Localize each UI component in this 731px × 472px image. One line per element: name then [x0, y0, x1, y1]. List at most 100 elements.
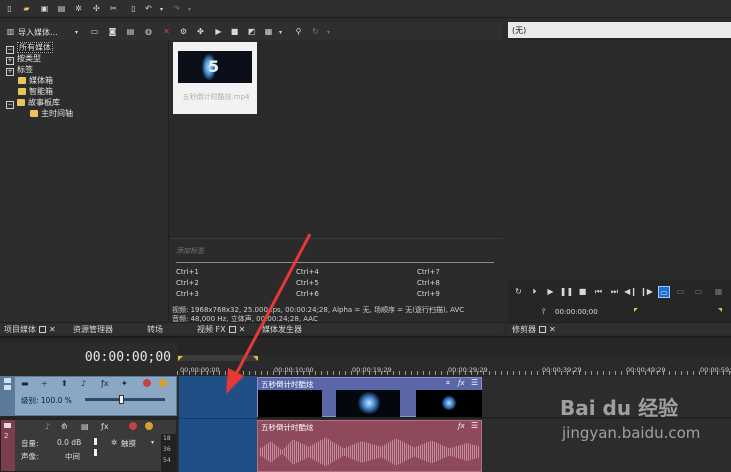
- capture-icon[interactable]: ▭: [90, 27, 99, 36]
- mic-icon[interactable]: ♪: [45, 422, 50, 431]
- shortcut-7[interactable]: Ctrl+7: [417, 268, 440, 276]
- zoom-icon[interactable]: ⚲: [294, 27, 303, 36]
- mode-dropdown-icon[interactable]: ▾: [151, 439, 154, 446]
- touch-mode-icon[interactable]: ✲: [111, 438, 117, 447]
- tree-item-media-bins[interactable]: 媒体箱: [18, 76, 53, 86]
- shortcut-2[interactable]: Ctrl+2: [176, 279, 199, 287]
- clip-menu-icon[interactable]: ☰: [471, 378, 478, 387]
- fx-icon[interactable]: ƒx: [101, 379, 109, 388]
- import-media-button[interactable]: 导入媒体...: [18, 27, 58, 38]
- stop-icon[interactable]: ■: [230, 27, 239, 36]
- properties-icon[interactable]: ⚙: [179, 27, 188, 36]
- tree-item-tags[interactable]: + 标签: [6, 65, 33, 76]
- pan-slider-thumb[interactable]: [93, 448, 98, 457]
- audio-mute-icon[interactable]: [129, 422, 137, 430]
- overwrite-icon[interactable]: ▭: [658, 286, 670, 298]
- save-icon[interactable]: ▣: [40, 4, 49, 13]
- audio-clip-menu-icon[interactable]: ☰: [471, 421, 478, 430]
- tree-item-all-media[interactable]: − 所有媒体: [6, 42, 53, 54]
- web-icon[interactable]: ◍: [144, 27, 153, 36]
- insert-icon[interactable]: ▭: [676, 287, 685, 296]
- video-level-thumb[interactable]: [119, 395, 124, 404]
- fx-stack-icon[interactable]: ÷: [41, 379, 48, 388]
- video-level-slider[interactable]: [85, 398, 165, 401]
- audio-solo-icon[interactable]: [145, 422, 153, 430]
- undock-icon[interactable]: [39, 326, 46, 333]
- import-dropdown-icon[interactable]: ▾: [72, 28, 81, 37]
- close-icon[interactable]: ✕: [49, 325, 56, 334]
- get-media-icon[interactable]: ◙: [108, 27, 117, 36]
- tab-explorer[interactable]: 资源管理器: [73, 324, 113, 335]
- clip-fx-icon[interactable]: ƒx: [458, 379, 465, 387]
- arm-record-icon[interactable]: ⟰: [61, 422, 68, 431]
- in-point-icon[interactable]: [634, 308, 638, 312]
- tree-item-main-timeline[interactable]: 主时间轴: [30, 109, 73, 119]
- import-icon[interactable]: ▥: [6, 27, 15, 36]
- delete-icon[interactable]: ✕: [162, 27, 171, 36]
- render-icon[interactable]: ✂: [109, 4, 118, 13]
- loop-start-icon[interactable]: [178, 356, 183, 361]
- play-icon[interactable]: ▶: [546, 287, 555, 296]
- automation-icon[interactable]: ƒx: [101, 422, 109, 431]
- save-as-icon[interactable]: ▤: [57, 4, 66, 13]
- composite-icon[interactable]: ✦: [121, 379, 128, 388]
- add-tag-input[interactable]: 添加标签: [176, 246, 204, 256]
- view-dropdown-icon[interactable]: ▾: [276, 28, 285, 37]
- motion-icon[interactable]: ⬆: [61, 379, 68, 388]
- step-back-icon[interactable]: ◀❙: [624, 287, 637, 296]
- remove-icon[interactable]: ▤: [126, 27, 135, 36]
- media-thumbnail-card[interactable]: 5 五秒倒计时酷炫.mp4: [173, 42, 257, 114]
- audio-clip-fx-icon[interactable]: ƒx: [458, 422, 465, 430]
- shortcut-1[interactable]: Ctrl+1: [176, 268, 199, 276]
- refresh-dropdown-icon[interactable]: ▾: [324, 28, 333, 37]
- shortcut-3[interactable]: Ctrl+3: [176, 290, 199, 298]
- next-frame-icon[interactable]: ⏭: [610, 287, 619, 296]
- video-track-header[interactable]: ▬ ÷ ⬆ ♪ ƒx ✦ 级别: 100.0 %: [0, 376, 177, 416]
- fit-icon[interactable]: ▭: [694, 287, 703, 296]
- mute-icon[interactable]: [143, 379, 151, 387]
- shortcut-8[interactable]: Ctrl+8: [417, 279, 440, 287]
- open-icon[interactable]: ▰: [22, 4, 31, 13]
- collapse-icon[interactable]: ▬: [21, 379, 29, 388]
- tab-transitions[interactable]: 转场: [147, 324, 163, 335]
- ruler-label: 00:00:39;29: [542, 366, 582, 374]
- audio-fx-icon[interactable]: ▤: [81, 422, 89, 431]
- tab-trimmer[interactable]: 修剪器 ✕: [512, 324, 556, 335]
- pan-crop-icon[interactable]: ♪: [81, 379, 86, 388]
- play-from-start-icon[interactable]: ⏵: [530, 287, 539, 296]
- tree-item-smart-bins[interactable]: 智能箱: [18, 87, 53, 97]
- volume-slider-thumb[interactable]: [93, 437, 98, 446]
- settings-icon[interactable]: ✣: [92, 4, 101, 13]
- auto-preview-icon[interactable]: ◩: [247, 27, 256, 36]
- play-icon[interactable]: ▶: [214, 27, 223, 36]
- effects-icon[interactable]: ✤: [196, 27, 205, 36]
- loop-icon[interactable]: ↻: [514, 287, 523, 296]
- touch-mode-label[interactable]: 触摸: [121, 438, 136, 449]
- gear-icon[interactable]: ✲: [74, 4, 83, 13]
- prev-frame-icon[interactable]: ⏮: [594, 287, 603, 296]
- tree-item-storyboard-library[interactable]: − 故事板库: [6, 98, 60, 109]
- split-view-icon[interactable]: ▦: [714, 287, 723, 296]
- paste-icon[interactable]: ▯: [129, 4, 138, 13]
- pause-icon[interactable]: ❚❚: [560, 287, 573, 296]
- solo-icon[interactable]: [159, 379, 167, 387]
- redo-icon[interactable]: ↷: [172, 4, 181, 13]
- undo-icon[interactable]: ↶: [144, 4, 153, 13]
- new-icon[interactable]: ▯: [5, 4, 14, 13]
- close-icon[interactable]: ✕: [549, 325, 556, 334]
- shortcut-9[interactable]: Ctrl+9: [417, 290, 440, 298]
- refresh-icon[interactable]: ↻: [311, 27, 320, 36]
- undock-icon[interactable]: [539, 326, 546, 333]
- playhead-pin-icon[interactable]: ⫯: [542, 307, 545, 317]
- stop-icon[interactable]: ■: [578, 287, 587, 296]
- undo-dropdown-icon[interactable]: ▾: [157, 5, 166, 14]
- pan-crop-icon[interactable]: ⌗: [446, 379, 450, 388]
- audio-track-header[interactable]: 2 ♪ ⟰ ▤ ƒx 音量: 0.0 dB ✲ 触摸 ▾ 声像: 中间 18 3…: [0, 419, 177, 472]
- tree-item-by-type[interactable]: + 按类型: [6, 54, 41, 65]
- audio-clip[interactable]: 五秒倒计时酷炫 ƒx ☰: [257, 420, 482, 472]
- out-point-icon[interactable]: [718, 308, 722, 312]
- step-forward-icon[interactable]: ❙▶: [640, 287, 653, 296]
- tab-project-media[interactable]: 项目媒体 ✕: [4, 324, 56, 335]
- redo-dropdown-icon[interactable]: ▾: [185, 5, 194, 14]
- view-icon[interactable]: ▦: [264, 27, 273, 36]
